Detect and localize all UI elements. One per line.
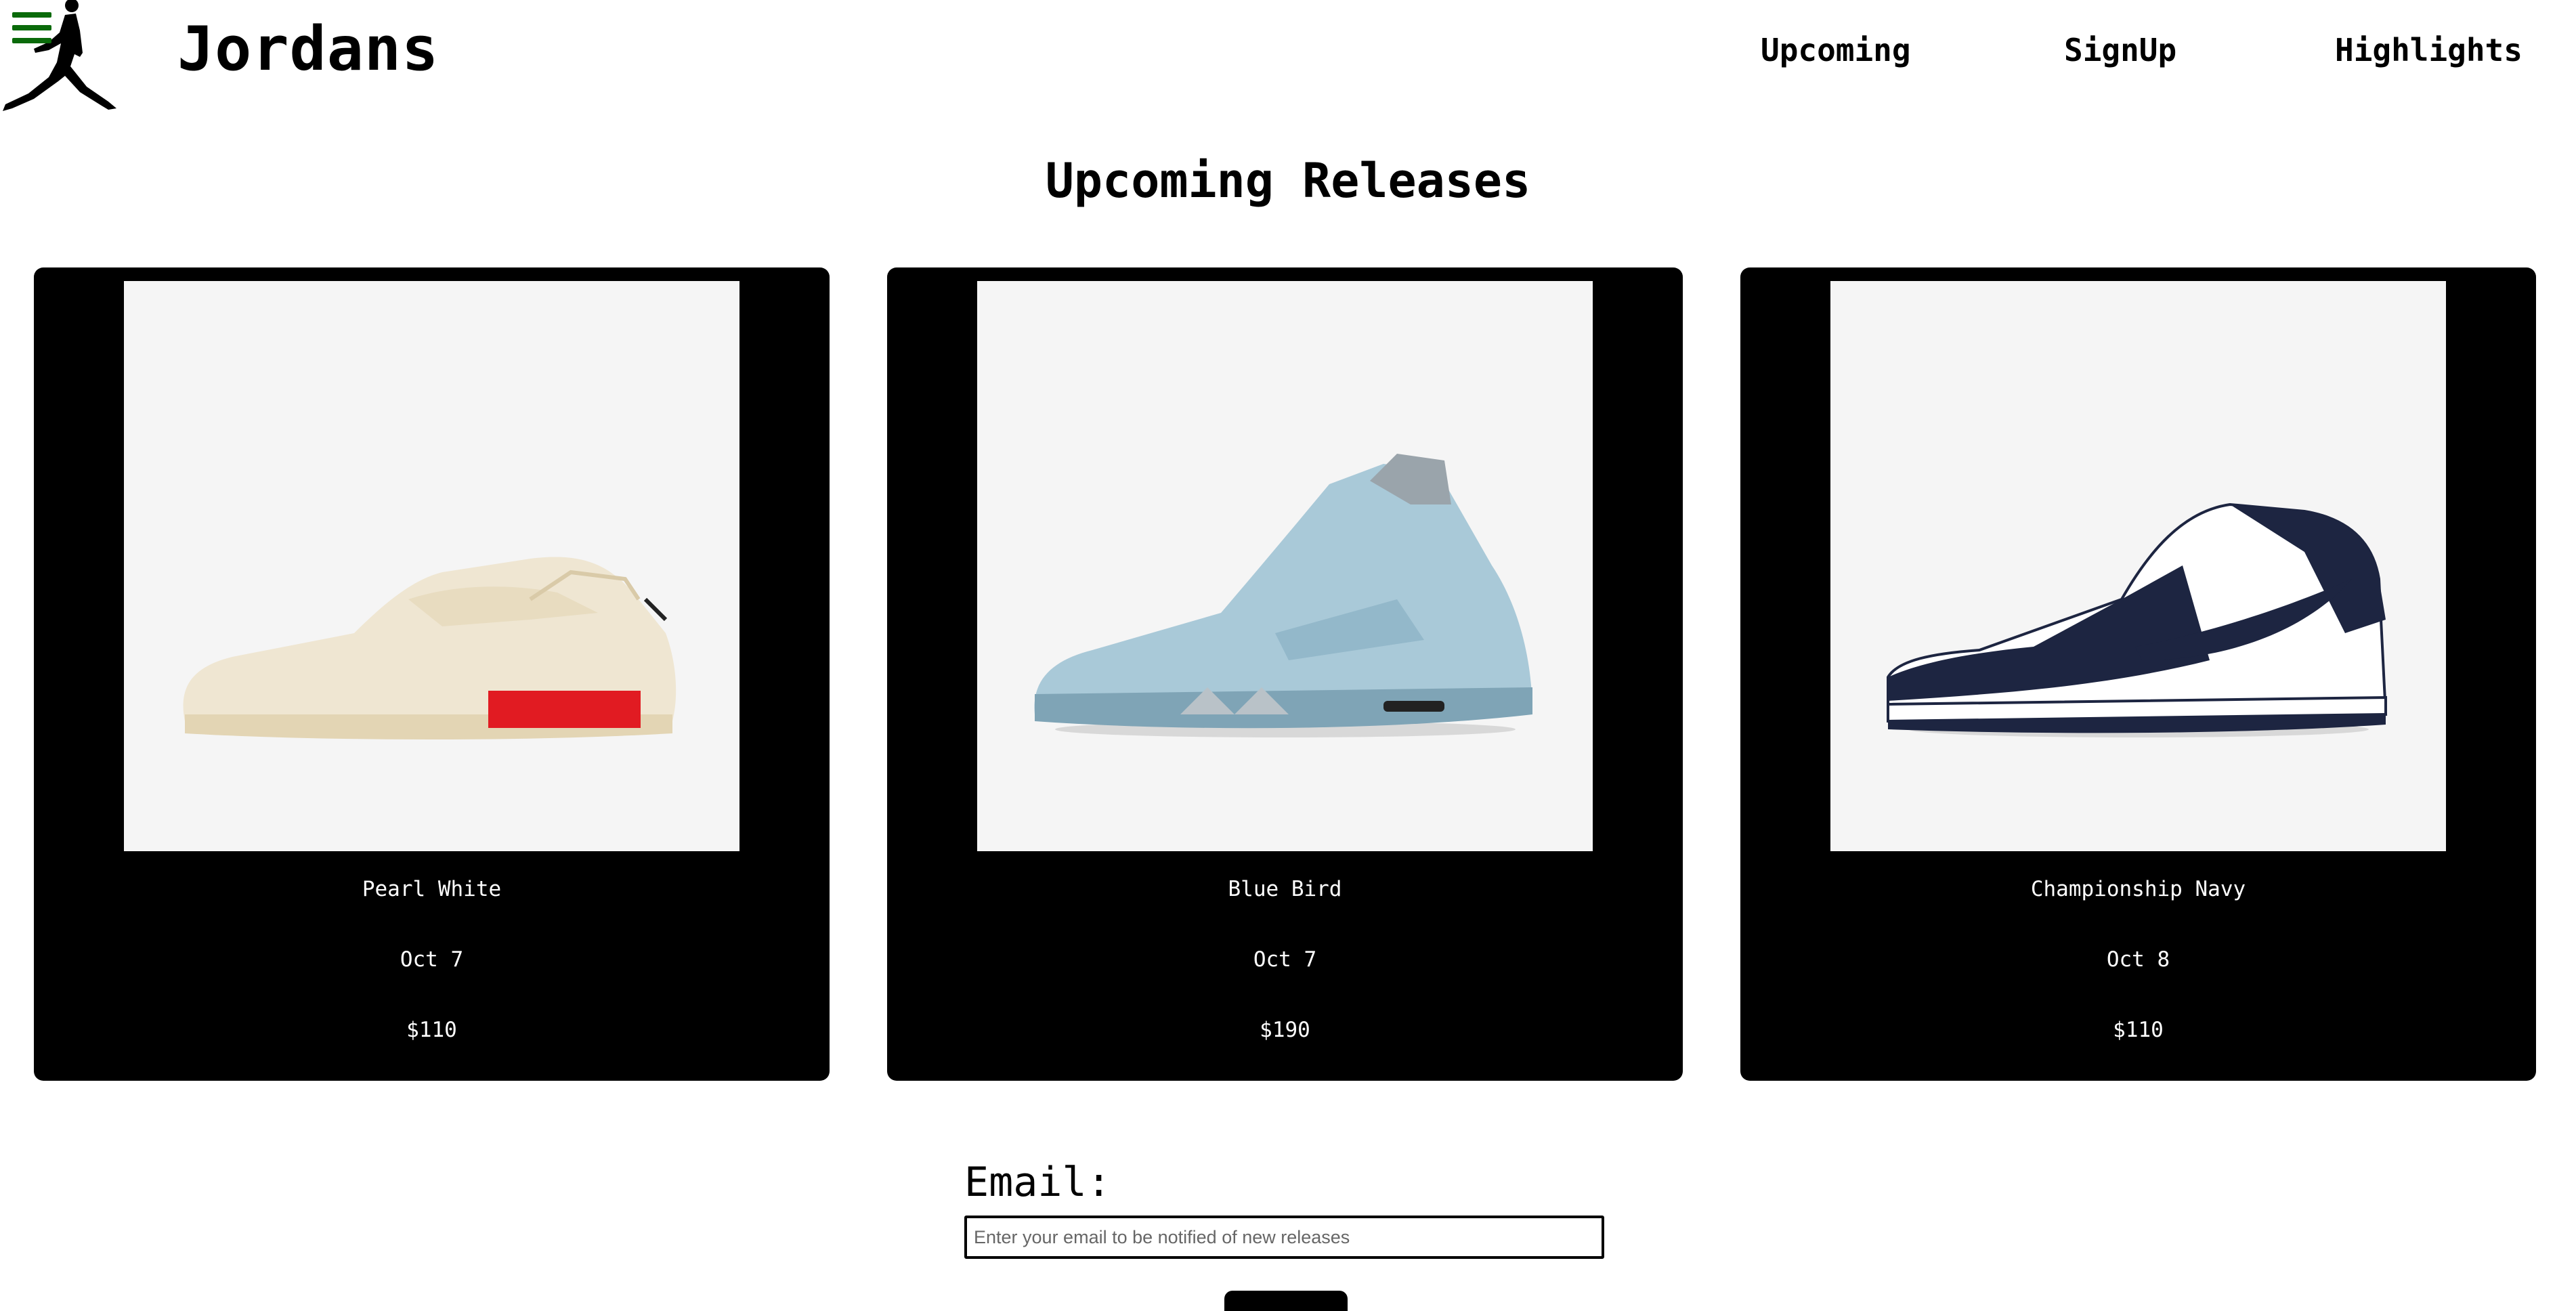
email-label: Email:	[964, 1159, 1111, 1206]
submit-button[interactable]	[1224, 1291, 1348, 1311]
site-header: Jordans Upcoming SignUp Highlights	[0, 0, 2576, 122]
card-date: Oct 7	[400, 947, 464, 972]
card-price: $190	[1260, 1018, 1310, 1042]
card-name: Blue Bird	[1228, 877, 1342, 901]
sneaker-championship-navy-image[interactable]	[1830, 281, 2446, 851]
card-price: $110	[406, 1018, 457, 1042]
nav-link-signup[interactable]: SignUp	[2064, 30, 2176, 70]
release-card[interactable]: Pearl White Oct 7 $110	[34, 267, 830, 1081]
email-field[interactable]	[964, 1216, 1604, 1259]
release-card[interactable]: Blue Bird Oct 7 $190	[887, 267, 1683, 1081]
brand-title: Jordans	[177, 14, 439, 85]
sneaker-blue-bird-image[interactable]	[977, 281, 1593, 851]
card-price: $110	[2113, 1018, 2164, 1042]
nav-link-highlights[interactable]: Highlights	[2335, 30, 2523, 70]
sneaker-pearl-white-image[interactable]	[124, 281, 739, 851]
card-name: Pearl White	[362, 877, 502, 901]
page-title: Upcoming Releases	[1045, 153, 1531, 209]
card-date: Oct 7	[1253, 947, 1317, 972]
nav-link-upcoming[interactable]: Upcoming	[1761, 30, 1911, 70]
release-card[interactable]: Championship Navy Oct 8 $110	[1740, 267, 2536, 1081]
hamburger-menu-icon[interactable]	[12, 12, 51, 45]
card-name: Championship Navy	[2030, 877, 2246, 901]
card-date: Oct 8	[2106, 947, 2170, 972]
